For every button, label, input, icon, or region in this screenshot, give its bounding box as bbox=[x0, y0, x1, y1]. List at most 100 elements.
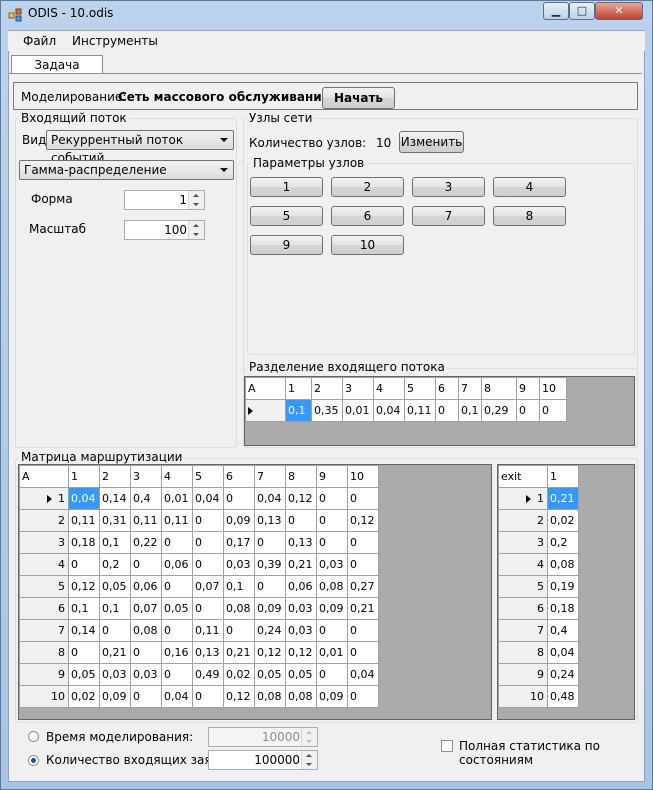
table-cell[interactable]: 0,1 bbox=[223, 575, 255, 598]
table-cell[interactable]: 0,02 bbox=[547, 509, 579, 532]
table-cell[interactable]: 0,03 bbox=[223, 553, 255, 576]
close-button[interactable]: ✕ bbox=[595, 2, 643, 20]
table-cell[interactable]: 0,12 bbox=[347, 509, 379, 532]
table-cell[interactable]: 0 bbox=[347, 641, 379, 664]
row-header[interactable]: 9 bbox=[498, 663, 548, 686]
exit-grid[interactable]: exit 1 1 0,21 2 0,02 3 0,2 4 0,08 5 0,19 6 0,18 7 0,4 8 0… bbox=[497, 464, 635, 720]
row-header[interactable]: 5 bbox=[19, 575, 69, 598]
table-cell[interactable]: 0 bbox=[347, 553, 379, 576]
table-cell[interactable]: 0 bbox=[254, 531, 286, 554]
split-flow-grid[interactable]: A 1 2 3 4 5 6 7 8 9 10 0,1 0,35 0,01 0,04 0,11 0 0,1 0,29 0… bbox=[244, 376, 635, 446]
table-cell[interactable]: 0,12 bbox=[68, 575, 100, 598]
time-radio[interactable] bbox=[28, 731, 39, 742]
table-cell[interactable]: 0,35 bbox=[311, 399, 343, 422]
table-cell[interactable]: 0,04 bbox=[192, 487, 224, 510]
table-cell[interactable]: 0,4 bbox=[547, 619, 579, 642]
table-cell[interactable]: 0,04 bbox=[68, 487, 100, 510]
table-cell[interactable]: 0,13 bbox=[192, 641, 224, 664]
table-cell[interactable]: 0 bbox=[192, 597, 224, 620]
table-cell[interactable]: 0,05 bbox=[161, 597, 193, 620]
table-cell[interactable]: 0,04 bbox=[254, 487, 286, 510]
table-cell[interactable]: 0 bbox=[192, 553, 224, 576]
count-stepper-buttons[interactable] bbox=[301, 751, 317, 769]
table-cell[interactable]: 0 bbox=[347, 487, 379, 510]
start-button[interactable]: Начать bbox=[322, 87, 395, 109]
table-cell[interactable]: 0,1 bbox=[99, 531, 131, 554]
table-cell[interactable]: 0,12 bbox=[223, 685, 255, 708]
table-cell[interactable]: 0,16 bbox=[161, 641, 193, 664]
table-cell[interactable]: 0,21 bbox=[99, 641, 131, 664]
row-header[interactable]: 10 bbox=[498, 685, 548, 708]
spin-down-icon[interactable] bbox=[193, 203, 199, 206]
table-cell[interactable]: 0,02 bbox=[68, 685, 100, 708]
table-cell[interactable]: 0 bbox=[130, 685, 162, 708]
table-cell[interactable]: 0,09 bbox=[316, 685, 348, 708]
table-cell[interactable]: 0 bbox=[161, 663, 193, 686]
row-header[interactable]: 4 bbox=[498, 553, 548, 576]
table-cell[interactable]: 0 bbox=[223, 487, 255, 510]
node-10-button[interactable]: 10 bbox=[331, 235, 404, 255]
table-cell[interactable]: 0,05 bbox=[254, 663, 286, 686]
table-row[interactable]: 1 0,04 0,14 0,4 0,01 0,04 0 0,04 0,12 0 0 bbox=[19, 487, 379, 510]
menu-tools[interactable]: Инструменты bbox=[72, 34, 158, 48]
row-header[interactable]: 1 bbox=[19, 487, 69, 510]
table-cell[interactable]: 0 bbox=[435, 399, 459, 422]
table-cell[interactable]: 0 bbox=[192, 531, 224, 554]
table-cell[interactable]: 0,21 bbox=[347, 597, 379, 620]
row-header[interactable]: 8 bbox=[498, 641, 548, 664]
scale-stepper-buttons[interactable] bbox=[188, 221, 204, 239]
table-cell[interactable]: 0,04 bbox=[373, 399, 405, 422]
table-row[interactable]: 10 0,02 0,09 0 0,04 0 0,12 0,08 0,08 0,09 0 bbox=[19, 685, 379, 708]
split-flow-table[interactable]: A 1 2 3 4 5 6 7 8 9 10 0,1 0,35 0,01 0,04 0,11 0 0,1 0,29 0… bbox=[245, 377, 567, 422]
table-cell[interactable]: 0,05 bbox=[68, 663, 100, 686]
table-cell[interactable]: 0 bbox=[316, 509, 348, 532]
table-cell[interactable]: 0,18 bbox=[547, 597, 579, 620]
table-cell[interactable]: 0 bbox=[516, 399, 540, 422]
spin-up-icon[interactable] bbox=[193, 194, 199, 197]
table-cell[interactable]: 0 bbox=[161, 531, 193, 554]
row-header[interactable]: 5 bbox=[498, 575, 548, 598]
table-cell[interactable]: 0,22 bbox=[130, 531, 162, 554]
node-6-button[interactable]: 6 bbox=[331, 206, 404, 226]
table-row[interactable]: 6 0,18 bbox=[498, 597, 579, 620]
form-stepper-buttons[interactable] bbox=[188, 191, 204, 209]
table-row[interactable]: 3 0,2 bbox=[498, 531, 579, 554]
spin-down-icon[interactable] bbox=[306, 763, 312, 766]
table-cell[interactable]: 0,09 bbox=[99, 685, 131, 708]
table-cell[interactable]: 0 bbox=[99, 619, 131, 642]
table-cell[interactable]: 0,09 bbox=[254, 597, 286, 620]
table-cell[interactable]: 0,31 bbox=[99, 509, 131, 532]
table-cell[interactable]: 0,18 bbox=[68, 531, 100, 554]
table-cell[interactable]: 0,13 bbox=[285, 531, 317, 554]
table-row[interactable]: 7 0,4 bbox=[498, 619, 579, 642]
table-cell[interactable]: 0,2 bbox=[547, 531, 579, 554]
table-cell[interactable]: 0,11 bbox=[404, 399, 436, 422]
exit-table[interactable]: exit 1 1 0,21 2 0,02 3 0,2 4 0,08 5 0,19 6 0,18 7 0,4 8 0… bbox=[498, 465, 579, 708]
spin-up-icon[interactable] bbox=[306, 754, 312, 757]
distribution-select[interactable]: Гамма-распределение bbox=[19, 160, 234, 180]
table-cell[interactable]: 0 bbox=[285, 509, 317, 532]
table-row[interactable]: 7 0,14 0 0,08 0 0,11 0 0,24 0,03 0 0 bbox=[19, 619, 379, 642]
table-cell[interactable]: 0,11 bbox=[161, 509, 193, 532]
node-5-button[interactable]: 5 bbox=[250, 206, 323, 226]
row-header[interactable]: 7 bbox=[19, 619, 69, 642]
table-cell[interactable]: 0,01 bbox=[161, 487, 193, 510]
table-cell[interactable]: 0,29 bbox=[481, 399, 517, 422]
table-cell[interactable]: 0,06 bbox=[285, 575, 317, 598]
table-cell[interactable]: 0 bbox=[539, 399, 567, 422]
table-cell[interactable]: 0,14 bbox=[99, 487, 131, 510]
table-cell[interactable]: 0,4 bbox=[130, 487, 162, 510]
table-cell[interactable]: 0,27 bbox=[347, 575, 379, 598]
table-cell[interactable]: 0,01 bbox=[316, 641, 348, 664]
row-header[interactable]: 1 bbox=[498, 487, 548, 510]
table-cell[interactable]: 0,1 bbox=[68, 597, 100, 620]
table-cell[interactable]: 0,08 bbox=[223, 597, 255, 620]
table-cell[interactable]: 0,08 bbox=[285, 685, 317, 708]
table-cell[interactable]: 0,06 bbox=[161, 553, 193, 576]
maximize-button[interactable]: □ bbox=[569, 2, 595, 20]
table-cell[interactable]: 0,11 bbox=[192, 619, 224, 642]
spin-down-icon[interactable] bbox=[193, 233, 199, 236]
table-row[interactable]: 9 0,05 0,03 0,03 0 0,49 0,02 0,05 0,05 0 0,04 bbox=[19, 663, 379, 686]
table-cell[interactable]: 0 bbox=[316, 531, 348, 554]
table-cell[interactable]: 0,14 bbox=[68, 619, 100, 642]
